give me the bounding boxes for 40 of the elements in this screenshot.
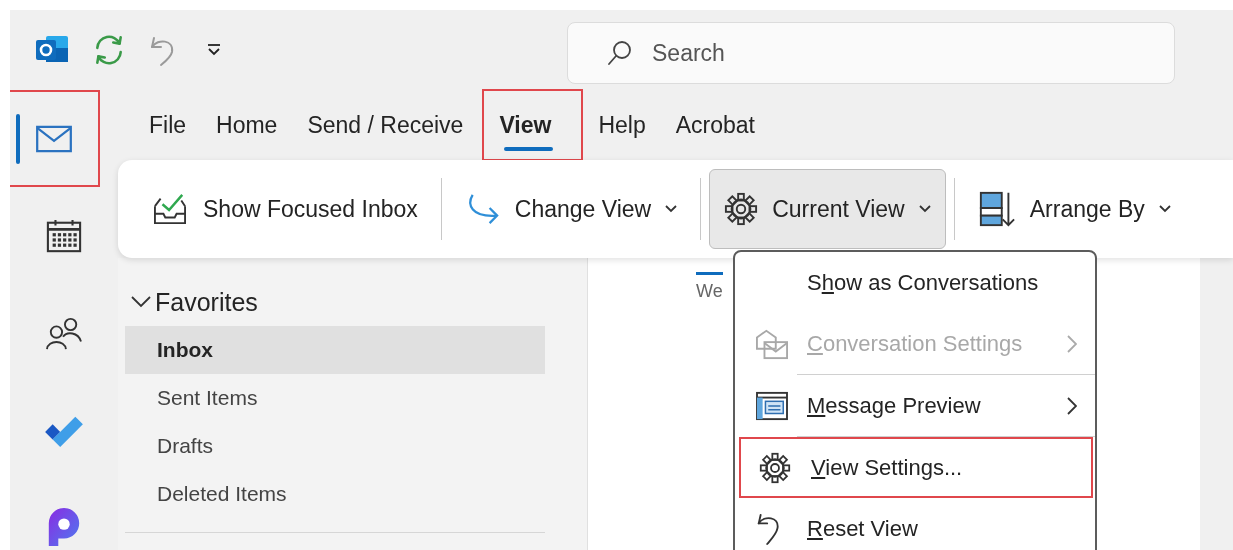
ribbon-tab[interactable]: View [484, 91, 582, 159]
ribbon-tab[interactable]: File [134, 97, 202, 153]
chevron-down-icon [665, 205, 678, 213]
search-field[interactable]: Search [650, 38, 954, 68]
ribbon-button[interactable]: Change View [449, 169, 693, 249]
ribbon-button[interactable]: Current View [709, 169, 946, 249]
customize-dropdown-icon[interactable] [206, 43, 222, 57]
menu-item[interactable]: View Settings... [739, 437, 1093, 498]
gear-icon [759, 451, 791, 484]
inbox-check-icon [151, 193, 189, 225]
menu-item[interactable]: Message Preview [735, 375, 1095, 436]
rail-button[interactable] [10, 90, 100, 187]
chevron-down-icon [918, 205, 931, 213]
search-icon [606, 39, 634, 67]
ribbon-button[interactable]: Show Focused Inbox [136, 169, 433, 249]
ribbon-tab[interactable]: Acrobat [660, 97, 770, 153]
ribbon-tab[interactable]: Home [201, 97, 293, 153]
ribbon-tab[interactable]: Send / Receive [292, 97, 479, 153]
calendar-icon [46, 217, 82, 254]
folder-item[interactable]: Sent Items [125, 374, 545, 422]
arrange-icon [977, 190, 1016, 228]
favorites-label: Favorites [155, 287, 258, 317]
people-icon [44, 315, 84, 350]
ribbon-tab[interactable]: Help [583, 97, 661, 153]
chevron-right-icon [1067, 396, 1077, 415]
list-tab[interactable]: We [696, 272, 723, 302]
folder-item[interactable]: Drafts [125, 422, 545, 470]
envelopes-icon [755, 327, 789, 360]
chevron-down-icon [1158, 205, 1171, 213]
preview-window-icon [755, 390, 789, 421]
chevron-right-icon [1067, 334, 1077, 353]
menu-item[interactable]: Show as Conversations [735, 252, 1095, 313]
menu-item[interactable]: Reset View [735, 498, 1095, 550]
chevron-icon [131, 296, 151, 308]
envelope-icon [35, 124, 73, 153]
favorites-header[interactable]: Favorites [125, 286, 545, 318]
gear-icon [724, 192, 759, 226]
ribbon-button[interactable]: Arrange By [962, 169, 1186, 249]
folder-item[interactable]: Deleted Items [125, 470, 545, 518]
folder-item[interactable]: Inbox [125, 326, 545, 374]
